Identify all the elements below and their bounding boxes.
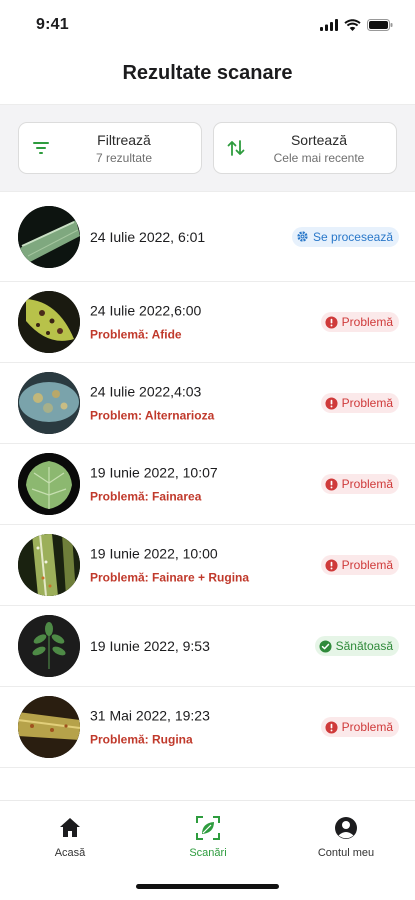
tab-label: Scanări <box>189 847 227 859</box>
scan-problem: Problem: Alternarioza <box>90 408 215 423</box>
sort-order: Cele mai recente <box>273 151 365 165</box>
leaf-thumbnail <box>18 453 80 515</box>
page-title: Rezultate scanare <box>122 62 293 84</box>
filter-sort-toolbar: Filtrează 7 rezultate Sortează Cele mai … <box>0 104 415 192</box>
filter-label: Filtrează <box>97 132 151 148</box>
tab-home[interactable]: Acasă <box>10 815 130 859</box>
leaf-thumbnail <box>18 615 80 677</box>
gear-icon <box>297 231 308 242</box>
scan-results-list: 24 Iulie 2022, 6:01 Se procesează 24 Iul… <box>0 192 415 768</box>
status-text: Problemă <box>341 477 393 491</box>
tab-label: Acasă <box>54 847 86 859</box>
scan-date: 24 Iulie 2022,6:00 <box>90 302 202 319</box>
status-text: Sănătoasă <box>335 639 393 653</box>
status-text: Problemă <box>341 315 393 329</box>
scan-problem: Problemă: Rugina <box>90 732 193 747</box>
filter-count: 7 rezultate <box>95 151 153 165</box>
signal-icon <box>320 19 338 31</box>
filter-icon <box>33 142 49 154</box>
wifi-icon <box>344 19 361 31</box>
status-text: Problemă <box>341 720 393 734</box>
scan-row[interactable]: 19 Iunie 2022, 10:07 Problemă: Fainarea … <box>0 444 415 525</box>
scan-problem: Problemă: Afide <box>90 327 182 342</box>
status-badge: Problemă <box>320 474 399 494</box>
scan-date: 31 Mai 2022, 19:23 <box>90 707 210 724</box>
scan-problem: Problemă: Fainarea <box>90 489 202 504</box>
status-bar: 9:41 <box>0 0 415 52</box>
scan-row[interactable]: 24 Iulie 2022,6:00 Problemă: Afide Probl… <box>0 282 415 363</box>
status-badge: Problemă <box>320 717 399 737</box>
check-circle-icon <box>319 639 332 653</box>
status-badge: Se procesează <box>291 226 399 247</box>
scan-date: 24 Iulie 2022, 6:01 <box>90 228 206 245</box>
leaf-thumbnail <box>18 696 80 758</box>
alert-icon <box>325 396 338 410</box>
status-icons <box>320 19 393 31</box>
status-time: 9:41 <box>36 16 69 33</box>
status-text: Problemă <box>341 558 393 572</box>
status-badge: Problemă <box>320 312 399 332</box>
sort-button[interactable]: Sortează Cele mai recente <box>213 122 397 174</box>
status-text: Se procesează <box>312 229 393 244</box>
scan-row[interactable]: 24 Iulie 2022,4:03 Problem: Alternarioza… <box>0 363 415 444</box>
scan-row[interactable]: 24 Iulie 2022, 6:01 Se procesează <box>0 192 415 282</box>
tab-label: Contul meu <box>317 847 375 859</box>
sort-arrows-icon <box>227 140 245 156</box>
battery-icon <box>367 19 393 31</box>
leaf-thumbnail <box>18 291 80 353</box>
status-badge: Problemă <box>320 555 399 575</box>
scan-leaf-icon <box>196 816 220 840</box>
alert-icon <box>325 558 338 572</box>
scan-date: 19 Iunie 2022, 10:00 <box>90 545 218 562</box>
alert-icon <box>325 720 338 734</box>
scan-row[interactable]: 31 Mai 2022, 19:23 Problemă: Rugina Prob… <box>0 687 415 768</box>
leaf-thumbnail <box>18 372 80 434</box>
scan-date: 24 Iulie 2022,4:03 <box>90 383 202 400</box>
scan-date: 19 Iunie 2022, 9:53 <box>90 638 210 654</box>
scan-problem: Problemă: Fainare + Rugina <box>90 570 250 585</box>
leaf-thumbnail <box>18 534 80 596</box>
home-indicator <box>136 884 279 889</box>
sort-label: Sortează <box>290 132 348 148</box>
account-icon <box>335 817 357 839</box>
filter-button[interactable]: Filtrează 7 rezultate <box>18 122 202 174</box>
tab-account[interactable]: Contul meu <box>286 815 406 859</box>
alert-icon <box>325 477 338 491</box>
alert-icon <box>325 315 338 329</box>
tab-scans[interactable]: Scanări <box>148 815 268 859</box>
status-text: Problemă <box>341 396 393 410</box>
leaf-thumbnail <box>18 205 80 268</box>
scan-date: 19 Iunie 2022, 10:07 <box>90 464 218 481</box>
scan-row[interactable]: 19 Iunie 2022, 10:00 Problemă: Fainare +… <box>0 525 415 606</box>
scan-row[interactable]: 19 Iunie 2022, 9:53 Sănătoasă <box>0 606 415 687</box>
status-badge: Problemă <box>320 393 399 413</box>
status-badge: Sănătoasă <box>314 636 399 656</box>
home-icon <box>60 818 80 837</box>
